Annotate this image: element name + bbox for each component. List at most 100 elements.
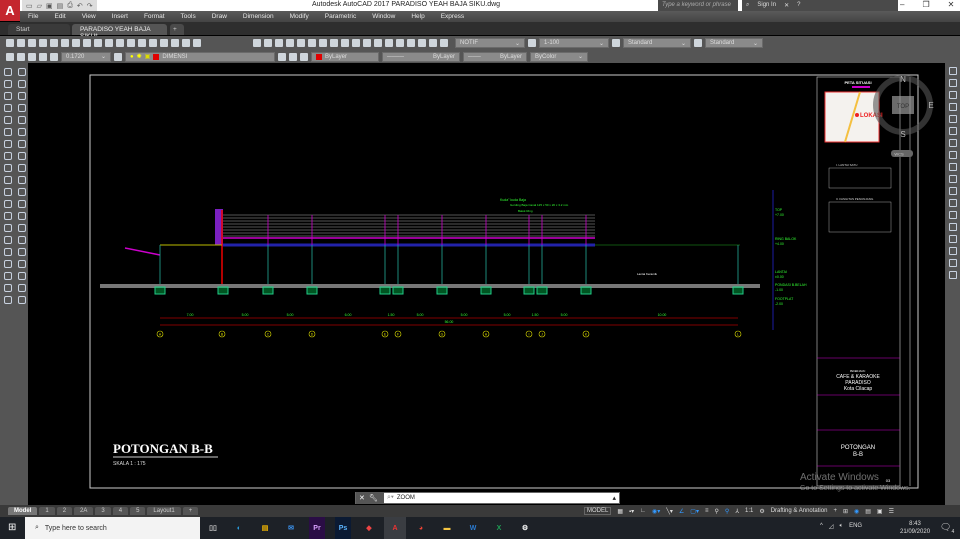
plotstyle-select[interactable]: ByColor ⌄ [530,51,588,62]
join-icon[interactable] [948,223,957,231]
open-icon[interactable] [17,39,25,47]
snap-icon[interactable]: ▪▾ [629,508,634,515]
point-icon[interactable] [3,224,12,232]
command-line[interactable]: ✕ 🔧︎ ⌕▾ ZOOM ▴ [355,492,620,504]
center-mark-icon[interactable] [17,236,26,244]
command-input[interactable]: ZOOM [397,495,613,501]
jogged-linear-icon[interactable] [17,260,26,268]
hardware-accel-icon[interactable]: ◉ [854,508,859,515]
tab-layout-3[interactable]: 3 [95,507,111,515]
dim-space-icon[interactable] [17,200,26,208]
viewcube[interactable]: TOP N E S WCS [873,75,934,157]
tab-layout-2a[interactable]: 2A [74,507,94,515]
tab-layout-5[interactable]: 5 [130,507,146,515]
help-icon[interactable] [193,39,201,47]
zoom-previous-icon[interactable] [429,39,437,47]
customize-menu-icon[interactable]: ☰ [889,508,894,515]
isolate-icon[interactable]: ▤ [865,508,871,515]
chamfer-icon[interactable] [948,235,957,243]
open-icon[interactable]: ▱ [37,2,42,10]
drawing-canvas[interactable]: Kuda" kuda Baja Gording Baja Canal 125 x… [28,63,945,505]
units-icon[interactable]: ⊞ [843,508,848,515]
redo-icon[interactable] [116,39,124,47]
premiere-icon[interactable]: Pr [309,517,325,539]
network-icon[interactable]: ◿ [829,523,834,530]
mirror-icon[interactable] [948,91,957,99]
hatch-icon[interactable] [3,236,12,244]
close-button[interactable]: ✕ [948,0,955,9]
annotation-scale-select[interactable]: 1:1 [745,508,753,514]
annotation-visibility-icon[interactable]: ⚲ [715,508,719,515]
dim-baseline-icon[interactable] [17,176,26,184]
offset-icon[interactable] [948,103,957,111]
3d-icon[interactable] [72,39,80,47]
break-icon[interactable] [948,211,957,219]
new-icon[interactable]: ▭ [26,2,33,10]
cut-icon[interactable] [83,39,91,47]
tab-model[interactable]: Model [8,507,38,515]
clean-screen-icon[interactable]: ▣ [877,508,883,515]
language-indicator[interactable]: ENG [849,523,862,530]
notification-icon[interactable]: 🗨︎4 [940,522,954,535]
layer-freeze-icon[interactable] [289,52,297,61]
explode-icon[interactable] [948,271,957,279]
lineweight-icon[interactable]: ≡ [705,508,709,514]
chrome-icon[interactable]: ◕ [413,517,429,539]
print-icon[interactable]: ⎙ [67,2,73,10]
menu-draw[interactable]: Draw [204,13,235,20]
color-select[interactable]: ByLayer [311,51,379,62]
word-icon[interactable]: W [465,517,481,539]
menu-view[interactable]: View [74,13,104,20]
menu-format[interactable]: Format [136,13,173,20]
annotation-scale-icon[interactable]: ⅄ [735,508,739,515]
save-icon[interactable] [28,39,36,47]
new-icon[interactable] [6,39,14,47]
table-style-icon[interactable] [612,39,620,47]
ellipse-icon[interactable] [3,176,12,184]
polygon-icon[interactable] [3,104,12,112]
text-style-icon[interactable] [440,39,448,47]
help-icon[interactable]: ? [797,2,800,9]
publish-icon-2[interactable] [308,39,316,47]
photoshop-icon[interactable]: Ps [335,517,351,539]
restore-button[interactable]: ❐ [922,0,929,9]
array-icon[interactable] [948,115,957,123]
osnap-icon[interactable]: ▢▾ [690,508,699,515]
file-explorer-icon[interactable]: ▬ [439,517,455,539]
mleader-style-select[interactable]: Standard ⌄ [705,38,763,48]
redo-icon[interactable]: ↷ [87,2,93,10]
dim-aligned-icon[interactable] [17,80,26,88]
dim-jogged-icon[interactable] [17,128,26,136]
menu-help[interactable]: Help [403,13,432,20]
insert-block-icon[interactable] [3,200,12,208]
add-layout-button[interactable]: + [182,507,199,515]
dim-continue-icon[interactable] [17,188,26,196]
inspect-icon[interactable] [17,248,26,256]
table-style-select[interactable]: Standard ⌄ [623,38,691,48]
autocad-icon[interactable]: A [384,517,406,539]
new-icon-2[interactable] [253,39,261,47]
gear-icon[interactable]: ⚙ [759,508,764,515]
layer-off-icon[interactable] [300,52,308,61]
clock[interactable]: 8:43 21/09/2020 [900,520,930,536]
menu-dimension[interactable]: Dimension [235,13,282,20]
undo-icon[interactable]: ↶ [77,2,83,10]
tab-layout-4[interactable]: 4 [112,507,129,515]
menu-file[interactable]: File [20,13,46,20]
revcloud-icon[interactable] [3,152,12,160]
ortho-icon[interactable]: ∟ [640,508,646,514]
dim-radius-icon[interactable] [17,116,26,124]
construction-line-icon[interactable] [3,80,12,88]
help-search-input[interactable]: Type a keyword or phrase [658,0,738,11]
menu-window[interactable]: Window [364,13,403,20]
isodraft-icon[interactable]: ╲▾ [666,508,673,515]
taskbar-search-input[interactable]: ⌕ Type here to search [25,517,200,539]
dim-edit-icon[interactable] [17,272,26,280]
new-tab-button[interactable]: + [170,24,184,35]
publish-icon[interactable] [61,39,69,47]
dim-style-select[interactable]: 1-100 ⌄ [539,38,609,48]
dim-text-edit-icon[interactable] [17,284,26,292]
excel-icon[interactable]: X [491,517,507,539]
menu-edit[interactable]: Edit [46,13,73,20]
rectangle-icon[interactable] [3,116,12,124]
